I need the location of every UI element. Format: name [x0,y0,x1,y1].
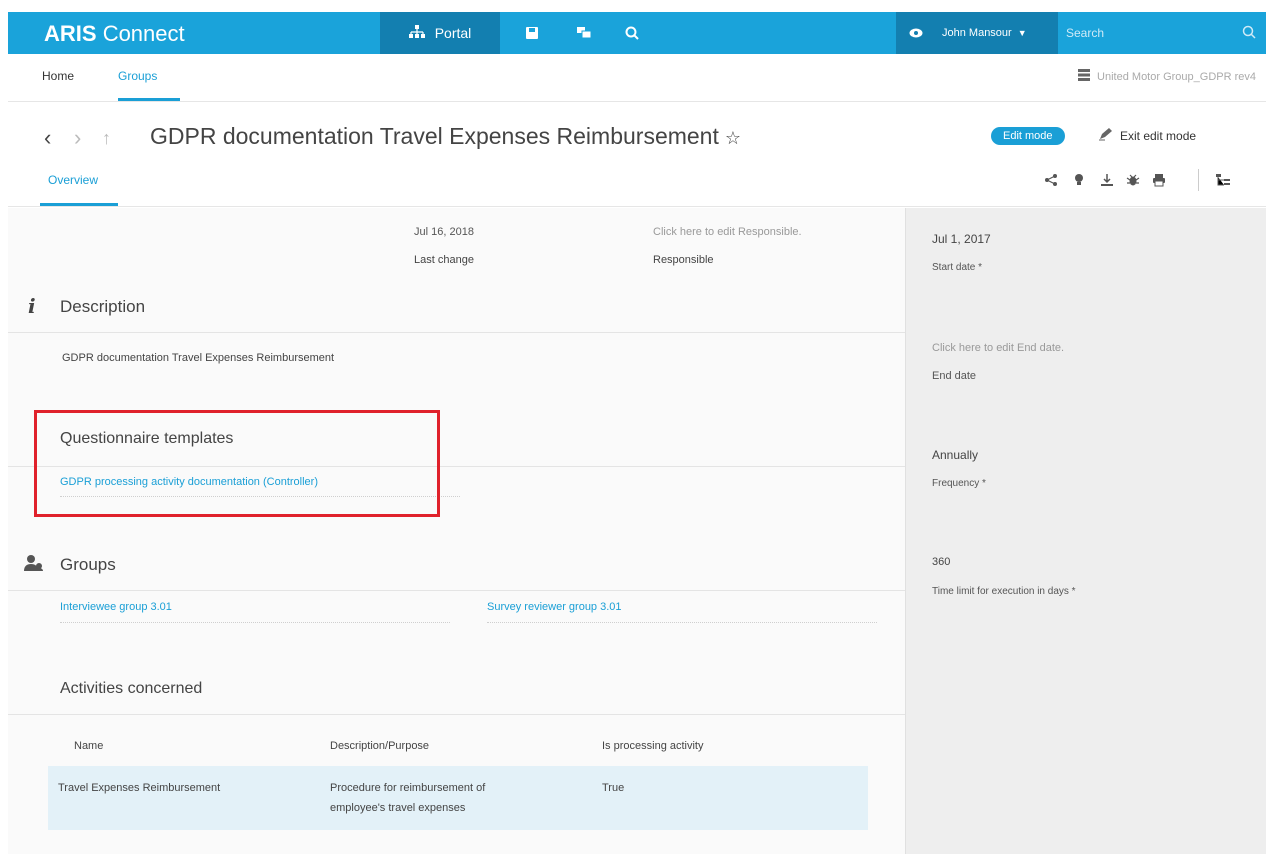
download-icon[interactable] [1096,169,1118,191]
database-name: United Motor Group_GDPR rev4 [1097,70,1256,83]
caret-down-icon: ▼ [1017,28,1027,38]
share-icon[interactable] [1040,169,1062,191]
time-limit-label: Time limit for execution in days * [932,586,1076,597]
start-date-label: Start date * [932,262,983,273]
nav-home[interactable]: Home [42,69,74,83]
column-header-name[interactable]: Name [48,726,320,766]
top-bar: ARIS Connect Portal John Mansour ▼ [8,12,1266,54]
activities-title: Activities concerned [60,680,203,697]
start-date-value[interactable]: Jul 1, 2017 [932,232,991,246]
info-icon: i [28,294,36,318]
group-link-reviewer[interactable]: Survey reviewer group 3.01 [487,601,622,613]
table-header-row: Name Description/Purpose Is processing a… [48,726,868,766]
table-row[interactable]: Travel Expenses Reimbursement Procedure … [48,766,868,830]
save-icon[interactable] [512,12,552,54]
app-logo[interactable]: ARIS Connect [44,21,185,47]
description-title: Description [60,297,146,316]
forward-arrow-icon[interactable]: › [74,125,81,151]
activities-table: Name Description/Purpose Is processing a… [48,726,868,830]
divider [8,714,905,715]
toolbar-divider [1198,169,1199,191]
edit-pen-icon [1098,127,1114,144]
column-header-description[interactable]: Description/Purpose [320,726,592,766]
divider [8,332,905,333]
properties-sidebar: Jul 1, 2017 Start date * Click here to e… [905,208,1266,854]
end-date-edit-hint[interactable]: Click here to edit End date. [932,342,1064,354]
column-header-processing[interactable]: Is processing activity [592,726,868,766]
search-icon[interactable] [612,12,652,54]
row-divider [60,622,450,623]
breadcrumb-nav: Home Groups United Motor Group_GDPR rev4 [8,54,1266,102]
frequency-label: Frequency * [932,478,986,489]
last-change-label: Last change [414,254,474,266]
print-icon[interactable] [1148,169,1170,191]
last-change-value: Jul 16, 2018 [414,226,474,238]
edit-mode-badge: Edit mode [991,127,1065,145]
active-nav-indicator [118,98,180,101]
favorite-star-icon[interactable]: ☆ [725,128,741,148]
tab-overview[interactable]: Overview [48,173,98,187]
back-arrow-icon[interactable]: ‹ [44,125,51,151]
main-content: Jul 16, 2018 Last change Click here to e… [8,208,905,854]
user-name: John Mansour [942,27,1012,39]
groups-icon [24,554,44,577]
tree-view-icon[interactable] [1212,169,1234,191]
exit-edit-mode-label: Exit edit mode [1120,128,1197,143]
hierarchy-icon [408,24,425,42]
active-tab-indicator [40,203,118,206]
divider [8,590,905,591]
groups-title: Groups [60,555,116,574]
portal-button[interactable]: Portal [380,12,500,54]
database-icon [1077,68,1091,85]
group-link-interviewee[interactable]: Interviewee group 3.01 [60,601,172,613]
page-header: ‹ › ↑ GDPR documentation Travel Expenses… [8,103,1266,207]
activity-name: Travel Expenses Reimbursement [48,766,320,830]
up-arrow-icon[interactable]: ↑ [102,128,111,149]
page-title: GDPR documentation Travel Expenses Reimb… [150,123,742,149]
search-area [1058,12,1266,54]
responsible-edit-hint[interactable]: Click here to edit Responsible. [653,226,802,238]
responsible-label: Responsible [653,254,714,266]
search-icon[interactable] [1242,25,1256,44]
portal-label: Portal [434,25,472,41]
bug-icon[interactable] [1122,169,1144,191]
description-text: GDPR documentation Travel Expenses Reimb… [62,352,335,364]
user-menu[interactable]: John Mansour ▼ [936,12,1058,54]
lightbulb-icon[interactable] [1068,169,1090,191]
activity-is-processing: True [592,766,868,830]
activity-description: Procedure for reimbursement of employee'… [320,766,592,830]
search-input[interactable] [1058,26,1228,40]
exit-edit-mode-button[interactable]: Exit edit mode [1098,127,1196,144]
highlight-box [34,410,440,517]
end-date-label: End date [932,370,977,382]
time-limit-value[interactable]: 360 [932,556,950,568]
row-divider [487,622,877,623]
eye-icon[interactable] [896,12,936,54]
nav-groups[interactable]: Groups [118,69,157,83]
database-indicator[interactable]: United Motor Group_GDPR rev4 [1077,68,1256,85]
activity-description-text: Procedure for reimbursement of employee'… [330,782,486,814]
frequency-value[interactable]: Annually [932,448,978,462]
collaboration-icon[interactable] [564,12,604,54]
